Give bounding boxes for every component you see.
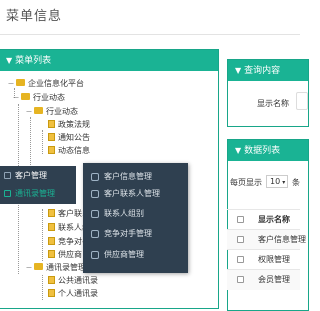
query-field-label: 显示名称 (257, 99, 289, 108)
submenu-item-customer-contacts[interactable]: 客户联系人管理 (91, 186, 160, 202)
query-display-name-input[interactable] (296, 92, 308, 110)
list-icon (4, 190, 11, 197)
column-header-display-name[interactable]: 显示名称 (258, 210, 290, 230)
tree-connector (30, 117, 31, 167)
table-row[interactable]: 客户信息管理 (227, 229, 306, 250)
folder-icon (34, 107, 43, 114)
dropdown-caret-icon: ▾ (282, 179, 286, 186)
menu-list-panel-header[interactable]: ▼ 菜单列表 (0, 50, 218, 71)
table-row[interactable]: 会员管理 (227, 269, 300, 290)
contacts-icon (91, 189, 99, 198)
tree-node-public-contacts[interactable]: 公共通讯录 (48, 275, 98, 287)
tree-node-personal-contacts[interactable]: 个人通讯录 (48, 288, 98, 300)
user-card-icon (91, 172, 99, 181)
tree-node-industry-sub[interactable]: －行业动态 (25, 106, 78, 118)
document-icon (48, 132, 55, 141)
tree-node-news[interactable]: 动态信息 (48, 145, 90, 157)
data-list-title: 数据列表 (244, 146, 281, 156)
tree-connector (42, 275, 43, 300)
folder-icon (16, 79, 25, 86)
folder-icon (34, 263, 43, 270)
collapse-icon[interactable]: － (12, 92, 20, 104)
row-checkbox[interactable] (237, 256, 244, 263)
submenu-item-customer-info[interactable]: 客户信息管理 (91, 169, 152, 185)
tree-node-policy[interactable]: 政策法规 (48, 119, 90, 131)
row-checkbox[interactable] (237, 276, 244, 283)
document-icon (48, 145, 55, 154)
caret-down-icon: ▼ (6, 56, 13, 65)
folder-icon (21, 93, 30, 100)
document-icon (48, 288, 55, 297)
caret-down-icon: ▼ (235, 66, 242, 75)
query-panel-title: 查询内容 (244, 66, 281, 76)
table-header-row: 显示名称 (227, 209, 300, 230)
page-size-suffix: 条 (292, 178, 300, 187)
context-submenu: 客户信息管理 客户联系人管理 联系人组别 竞争对手管理 供应商管理 (83, 163, 188, 273)
submenu-item-supplier[interactable]: 供应商管理 (91, 247, 144, 263)
truck-icon (91, 250, 99, 259)
row-checkbox[interactable] (237, 236, 244, 243)
query-panel-header[interactable]: ▼ 查询内容 (228, 60, 308, 81)
row-display-name: 会员管理 (258, 275, 290, 284)
row-display-name: 权限管理 (258, 255, 290, 264)
page-title: 菜单信息 (6, 9, 63, 24)
title-divider (0, 34, 300, 35)
select-all-checkbox[interactable] (237, 216, 244, 223)
tree-node-supplier[interactable]: 供应商 (48, 249, 82, 261)
menu-list-title: 菜单列表 (15, 56, 52, 66)
collapse-icon[interactable]: － (25, 262, 33, 274)
tree-connector (42, 130, 43, 154)
list-icon (4, 172, 11, 179)
document-icon (48, 119, 55, 128)
tree-node-address-book[interactable]: －通讯录管理 (25, 262, 86, 274)
document-icon (48, 249, 55, 258)
table-row[interactable]: 权限管理 (227, 249, 300, 270)
tree-node-root[interactable]: －企业信息化平台 (7, 78, 84, 90)
page-size-label: 每页显示 (230, 178, 262, 187)
target-icon (91, 229, 99, 238)
data-list-panel-header[interactable]: ▼ 数据列表 (228, 140, 308, 161)
menu-item-address-book-management[interactable]: 通讯录管理 (4, 188, 55, 199)
document-icon (48, 208, 55, 217)
tree-connector (42, 209, 43, 261)
document-icon (48, 275, 55, 284)
submenu-item-competitor[interactable]: 竞争对手管理 (91, 226, 152, 242)
document-icon (48, 222, 55, 231)
tree-node-industry[interactable]: －行业动态 (12, 92, 65, 104)
context-menu-primary: 客户管理 通讯录管理 (0, 166, 76, 204)
collapse-icon[interactable]: － (25, 106, 33, 118)
menu-item-customer-management[interactable]: 客户管理 (4, 170, 47, 181)
page-size-select[interactable]: 10 ▾ (266, 175, 288, 188)
document-icon (48, 236, 55, 245)
collapse-icon[interactable]: － (7, 78, 15, 90)
group-icon (91, 209, 99, 218)
submenu-item-contact-group[interactable]: 联系人组别 (91, 206, 144, 222)
caret-down-icon: ▼ (235, 146, 242, 155)
tree-node-notice[interactable]: 通知公告 (48, 132, 90, 144)
row-display-name: 客户信息管理 (258, 235, 306, 244)
